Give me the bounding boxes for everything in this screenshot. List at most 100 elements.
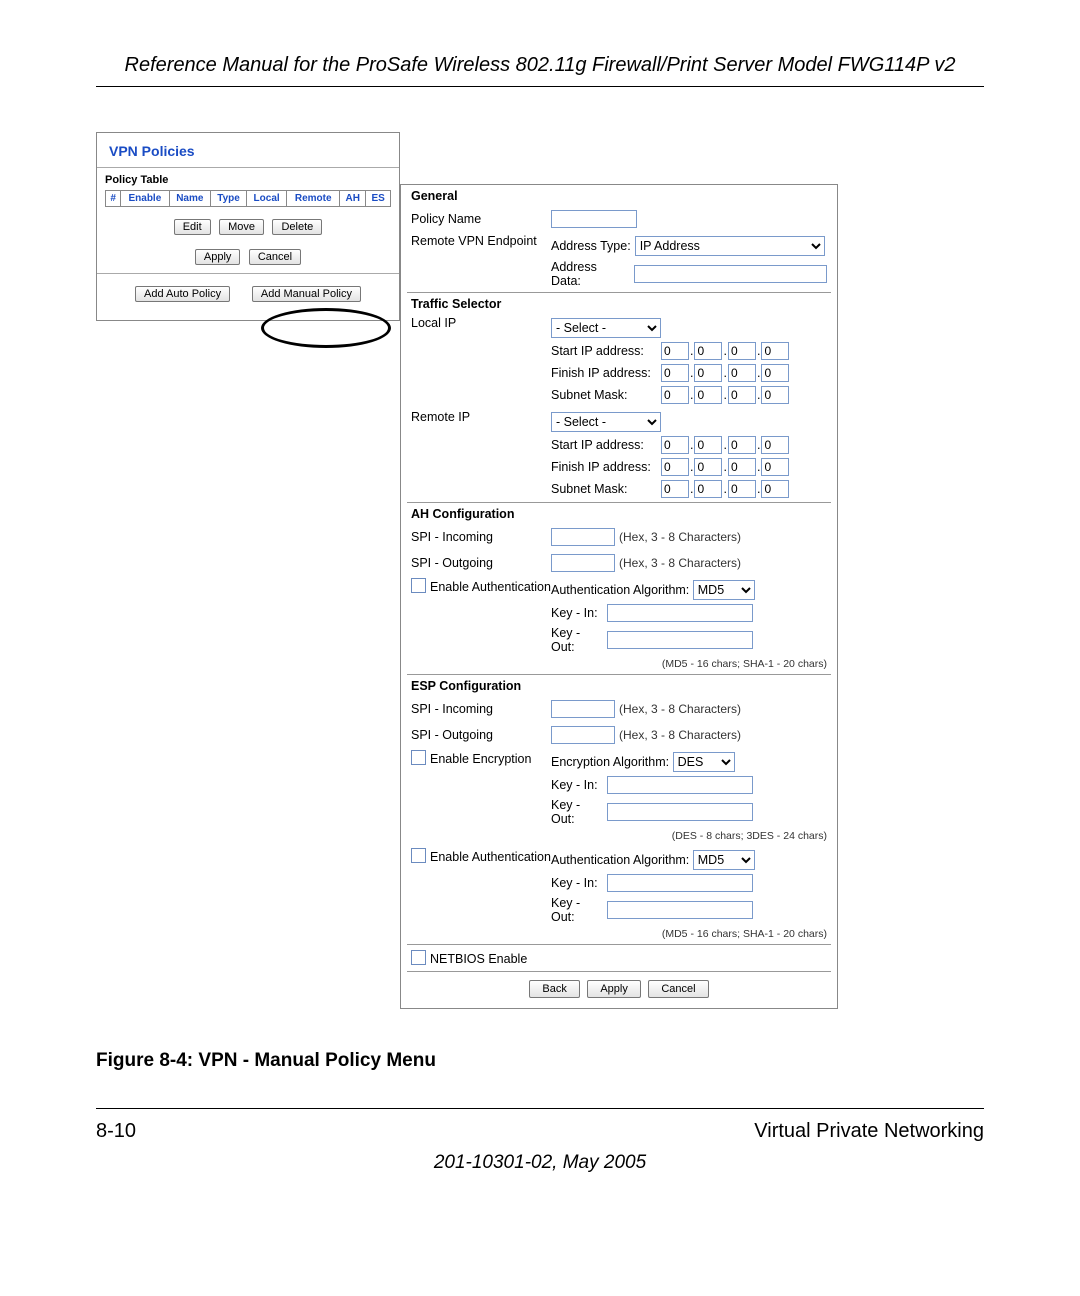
- ip-octet[interactable]: [694, 364, 722, 382]
- local-finish-ip-label: Finish IP address:: [551, 366, 661, 380]
- esp-enc-key-out-label: Key - Out:: [551, 798, 607, 826]
- local-ip-select[interactable]: - Select -: [551, 318, 661, 338]
- esp-enc-alg-label: Encryption Algorithm:: [551, 755, 669, 769]
- add-auto-policy-button[interactable]: Add Auto Policy: [135, 286, 230, 302]
- checkbox-icon[interactable]: [411, 950, 426, 965]
- checkbox-icon[interactable]: [411, 578, 426, 593]
- ip-octet[interactable]: [728, 480, 756, 498]
- ip-octet[interactable]: [761, 480, 789, 498]
- policy-table: # Enable Name Type Local Remote AH ES: [105, 190, 391, 207]
- esp-spi-out-label: SPI - Outgoing: [411, 728, 551, 742]
- remote-finish-ip-label: Finish IP address:: [551, 460, 661, 474]
- esp-auth-alg-label: Authentication Algorithm:: [551, 853, 689, 867]
- move-button[interactable]: Move: [219, 219, 264, 235]
- apply-button-form[interactable]: Apply: [587, 980, 641, 998]
- ip-octet[interactable]: [728, 458, 756, 476]
- ip-octet[interactable]: [694, 480, 722, 498]
- col-remote: Remote: [287, 191, 340, 207]
- esp-enable-enc[interactable]: Enable Encryption: [411, 750, 551, 766]
- esp-auth-key-out-input[interactable]: [607, 901, 753, 919]
- esp-title: ESP Configuration: [401, 675, 837, 696]
- local-ip-label: Local IP: [411, 316, 551, 330]
- ip-octet[interactable]: [761, 364, 789, 382]
- ip-octet[interactable]: [694, 386, 722, 404]
- hex-hint: (Hex, 3 - 8 Characters): [619, 728, 741, 742]
- ah-auth-alg-select[interactable]: MD5: [693, 580, 755, 600]
- delete-button[interactable]: Delete: [272, 219, 322, 235]
- ip-octet[interactable]: [761, 386, 789, 404]
- esp-auth-key-in-label: Key - In:: [551, 876, 607, 890]
- col-type: Type: [211, 191, 247, 207]
- netbios-enable-label: NETBIOS Enable: [430, 952, 527, 966]
- checkbox-icon[interactable]: [411, 750, 426, 765]
- policy-name-input[interactable]: [551, 210, 637, 228]
- traffic-title: Traffic Selector: [401, 293, 837, 314]
- netbios-enable[interactable]: NETBIOS Enable: [411, 950, 527, 966]
- esp-spi-out-input[interactable]: [551, 726, 615, 744]
- address-type-select[interactable]: IP Address: [635, 236, 825, 256]
- back-button[interactable]: Back: [529, 980, 579, 998]
- rule-bottom: [96, 1108, 984, 1109]
- ip-octet[interactable]: [728, 342, 756, 360]
- esp-auth-key-hint: (MD5 - 16 chars; SHA-1 - 20 chars): [401, 928, 837, 944]
- esp-auth-key-in-input[interactable]: [607, 874, 753, 892]
- hex-hint: (Hex, 3 - 8 Characters): [619, 530, 741, 544]
- ip-octet[interactable]: [661, 480, 689, 498]
- esp-enc-key-out-input[interactable]: [607, 803, 753, 821]
- ah-key-hint: (MD5 - 16 chars; SHA-1 - 20 chars): [401, 658, 837, 674]
- hex-hint: (Hex, 3 - 8 Characters): [619, 702, 741, 716]
- ip-octet[interactable]: [694, 458, 722, 476]
- col-enable: Enable: [121, 191, 169, 207]
- col-name: Name: [169, 191, 211, 207]
- col-num: #: [106, 191, 121, 207]
- ip-octet[interactable]: [694, 342, 722, 360]
- figure-caption: Figure 8-4: VPN - Manual Policy Menu: [96, 1050, 436, 1072]
- ip-octet[interactable]: [728, 386, 756, 404]
- ip-octet[interactable]: [661, 342, 689, 360]
- edit-button[interactable]: Edit: [174, 219, 211, 235]
- add-manual-policy-button[interactable]: Add Manual Policy: [252, 286, 361, 302]
- checkbox-icon[interactable]: [411, 848, 426, 863]
- ah-auth-alg-label: Authentication Algorithm:: [551, 583, 689, 597]
- ah-key-out-label: Key - Out:: [551, 626, 607, 654]
- ip-octet[interactable]: [728, 436, 756, 454]
- ip-octet[interactable]: [728, 364, 756, 382]
- esp-spi-in-label: SPI - Incoming: [411, 702, 551, 716]
- ah-spi-out-label: SPI - Outgoing: [411, 556, 551, 570]
- cancel-button[interactable]: Cancel: [249, 249, 301, 265]
- ip-octet[interactable]: [661, 436, 689, 454]
- apply-button[interactable]: Apply: [195, 249, 241, 265]
- remote-endpoint-label: Remote VPN Endpoint: [411, 234, 551, 248]
- address-data-label: Address Data:: [551, 260, 630, 288]
- ah-enable-auth[interactable]: Enable Authentication: [411, 578, 551, 594]
- ip-octet[interactable]: [661, 364, 689, 382]
- address-data-input[interactable]: [634, 265, 827, 283]
- esp-enc-alg-select[interactable]: DES: [673, 752, 735, 772]
- ip-octet[interactable]: [761, 342, 789, 360]
- ah-spi-in-label: SPI - Incoming: [411, 530, 551, 544]
- remote-ip-select[interactable]: - Select -: [551, 412, 661, 432]
- ah-spi-out-input[interactable]: [551, 554, 615, 572]
- ah-key-out-input[interactable]: [607, 631, 753, 649]
- ah-key-in-input[interactable]: [607, 604, 753, 622]
- remote-subnet-label: Subnet Mask:: [551, 482, 661, 496]
- esp-enc-key-hint: (DES - 8 chars; 3DES - 24 chars): [401, 830, 837, 846]
- ip-octet[interactable]: [661, 458, 689, 476]
- ip-octet[interactable]: [661, 386, 689, 404]
- ip-octet[interactable]: [761, 458, 789, 476]
- manual-policy-form: General Policy Name Remote VPN Endpoint …: [400, 184, 838, 1009]
- page: Reference Manual for the ProSafe Wireles…: [0, 0, 1080, 1296]
- policy-table-label: Policy Table: [97, 168, 399, 190]
- esp-enc-key-in-label: Key - In:: [551, 778, 607, 792]
- cancel-button-form[interactable]: Cancel: [648, 980, 708, 998]
- esp-spi-in-input[interactable]: [551, 700, 615, 718]
- col-es: ES: [366, 191, 391, 207]
- esp-enc-key-in-input[interactable]: [607, 776, 753, 794]
- ah-spi-in-input[interactable]: [551, 528, 615, 546]
- ip-octet[interactable]: [761, 436, 789, 454]
- ip-octet[interactable]: [694, 436, 722, 454]
- address-type-label: Address Type:: [551, 239, 631, 253]
- esp-enable-auth[interactable]: Enable Authentication: [411, 848, 551, 864]
- esp-auth-alg-select[interactable]: MD5: [693, 850, 755, 870]
- col-local: Local: [247, 191, 287, 207]
